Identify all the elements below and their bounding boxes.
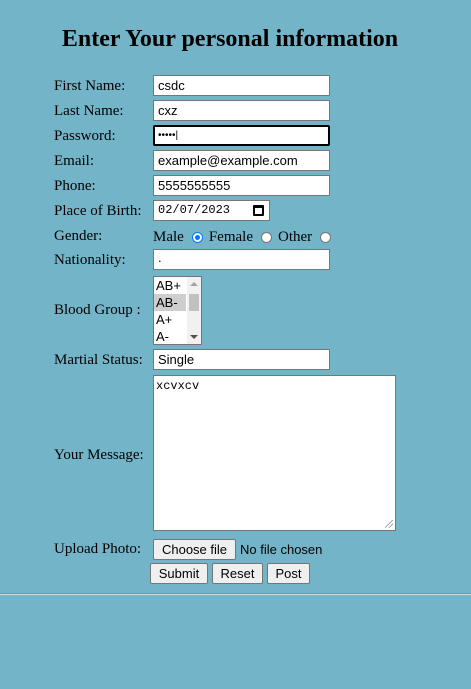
resize-grip-icon[interactable] [385, 520, 393, 528]
phone-field[interactable]: 5555555555 [153, 175, 330, 196]
blood-group-label: Blood Group : [54, 302, 141, 318]
phone-label: Phone: [54, 178, 96, 194]
file-status-text: No file chosen [240, 542, 323, 557]
gender-male-label: Male [153, 229, 184, 245]
email-field[interactable]: example@example.com [153, 150, 330, 171]
reset-button[interactable]: Reset [212, 563, 263, 584]
first-name-field[interactable]: csdc [153, 75, 330, 96]
gender-female-radio[interactable] [260, 231, 272, 243]
place-of-birth-label: Place of Birth: [54, 203, 142, 219]
blood-group-option-selected[interactable]: AB- [154, 294, 186, 311]
post-button[interactable]: Post [267, 563, 310, 584]
nationality-label: Nationality: [54, 252, 126, 268]
gender-other-label: Other [277, 229, 313, 245]
blood-group-option[interactable]: A- [154, 328, 186, 344]
message-textarea[interactable]: xcvxcv [153, 375, 396, 531]
martial-status-field[interactable]: Single [153, 349, 330, 370]
martial-status-label: Martial Status: [54, 352, 143, 368]
scroll-down-arrow-icon[interactable] [190, 335, 198, 339]
horizontal-divider [0, 593, 471, 595]
last-name-label: Last Name: [54, 103, 124, 119]
blood-group-listbox[interactable]: AB+ AB- A+ A- [153, 276, 202, 345]
password-field[interactable]: •••••| [153, 125, 330, 146]
submit-button[interactable]: Submit [150, 563, 208, 584]
gender-female-label: Female [208, 229, 253, 245]
your-message-label: Your Message: [54, 447, 144, 463]
listbox-scrollbar[interactable] [187, 277, 201, 344]
blood-group-option[interactable]: A+ [154, 311, 186, 328]
last-name-field[interactable]: cxz [153, 100, 330, 121]
email-label: Email: [54, 153, 94, 169]
gender-radio-group: Male Female Other [153, 228, 337, 246]
upload-photo-label: Upload Photo: [54, 541, 142, 557]
page-title: Enter Your personal information [61, 26, 399, 52]
message-text: xcvxcv [156, 379, 200, 393]
scrollbar-thumb[interactable] [189, 294, 199, 311]
nationality-field[interactable]: . [153, 249, 330, 270]
date-value: 02/07/2023 [158, 203, 231, 217]
calendar-icon[interactable] [253, 205, 264, 216]
password-label: Password: [54, 128, 116, 144]
place-of-birth-date-input[interactable]: 02/07/2023 [153, 200, 270, 221]
blood-group-option[interactable]: AB+ [154, 277, 186, 294]
first-name-label: First Name: [54, 78, 126, 94]
gender-male-radio[interactable] [191, 231, 203, 243]
gender-other-radio[interactable] [320, 231, 332, 243]
choose-file-button[interactable]: Choose file [153, 539, 236, 560]
gender-label: Gender: [54, 228, 103, 244]
scroll-up-arrow-icon[interactable] [190, 282, 198, 286]
